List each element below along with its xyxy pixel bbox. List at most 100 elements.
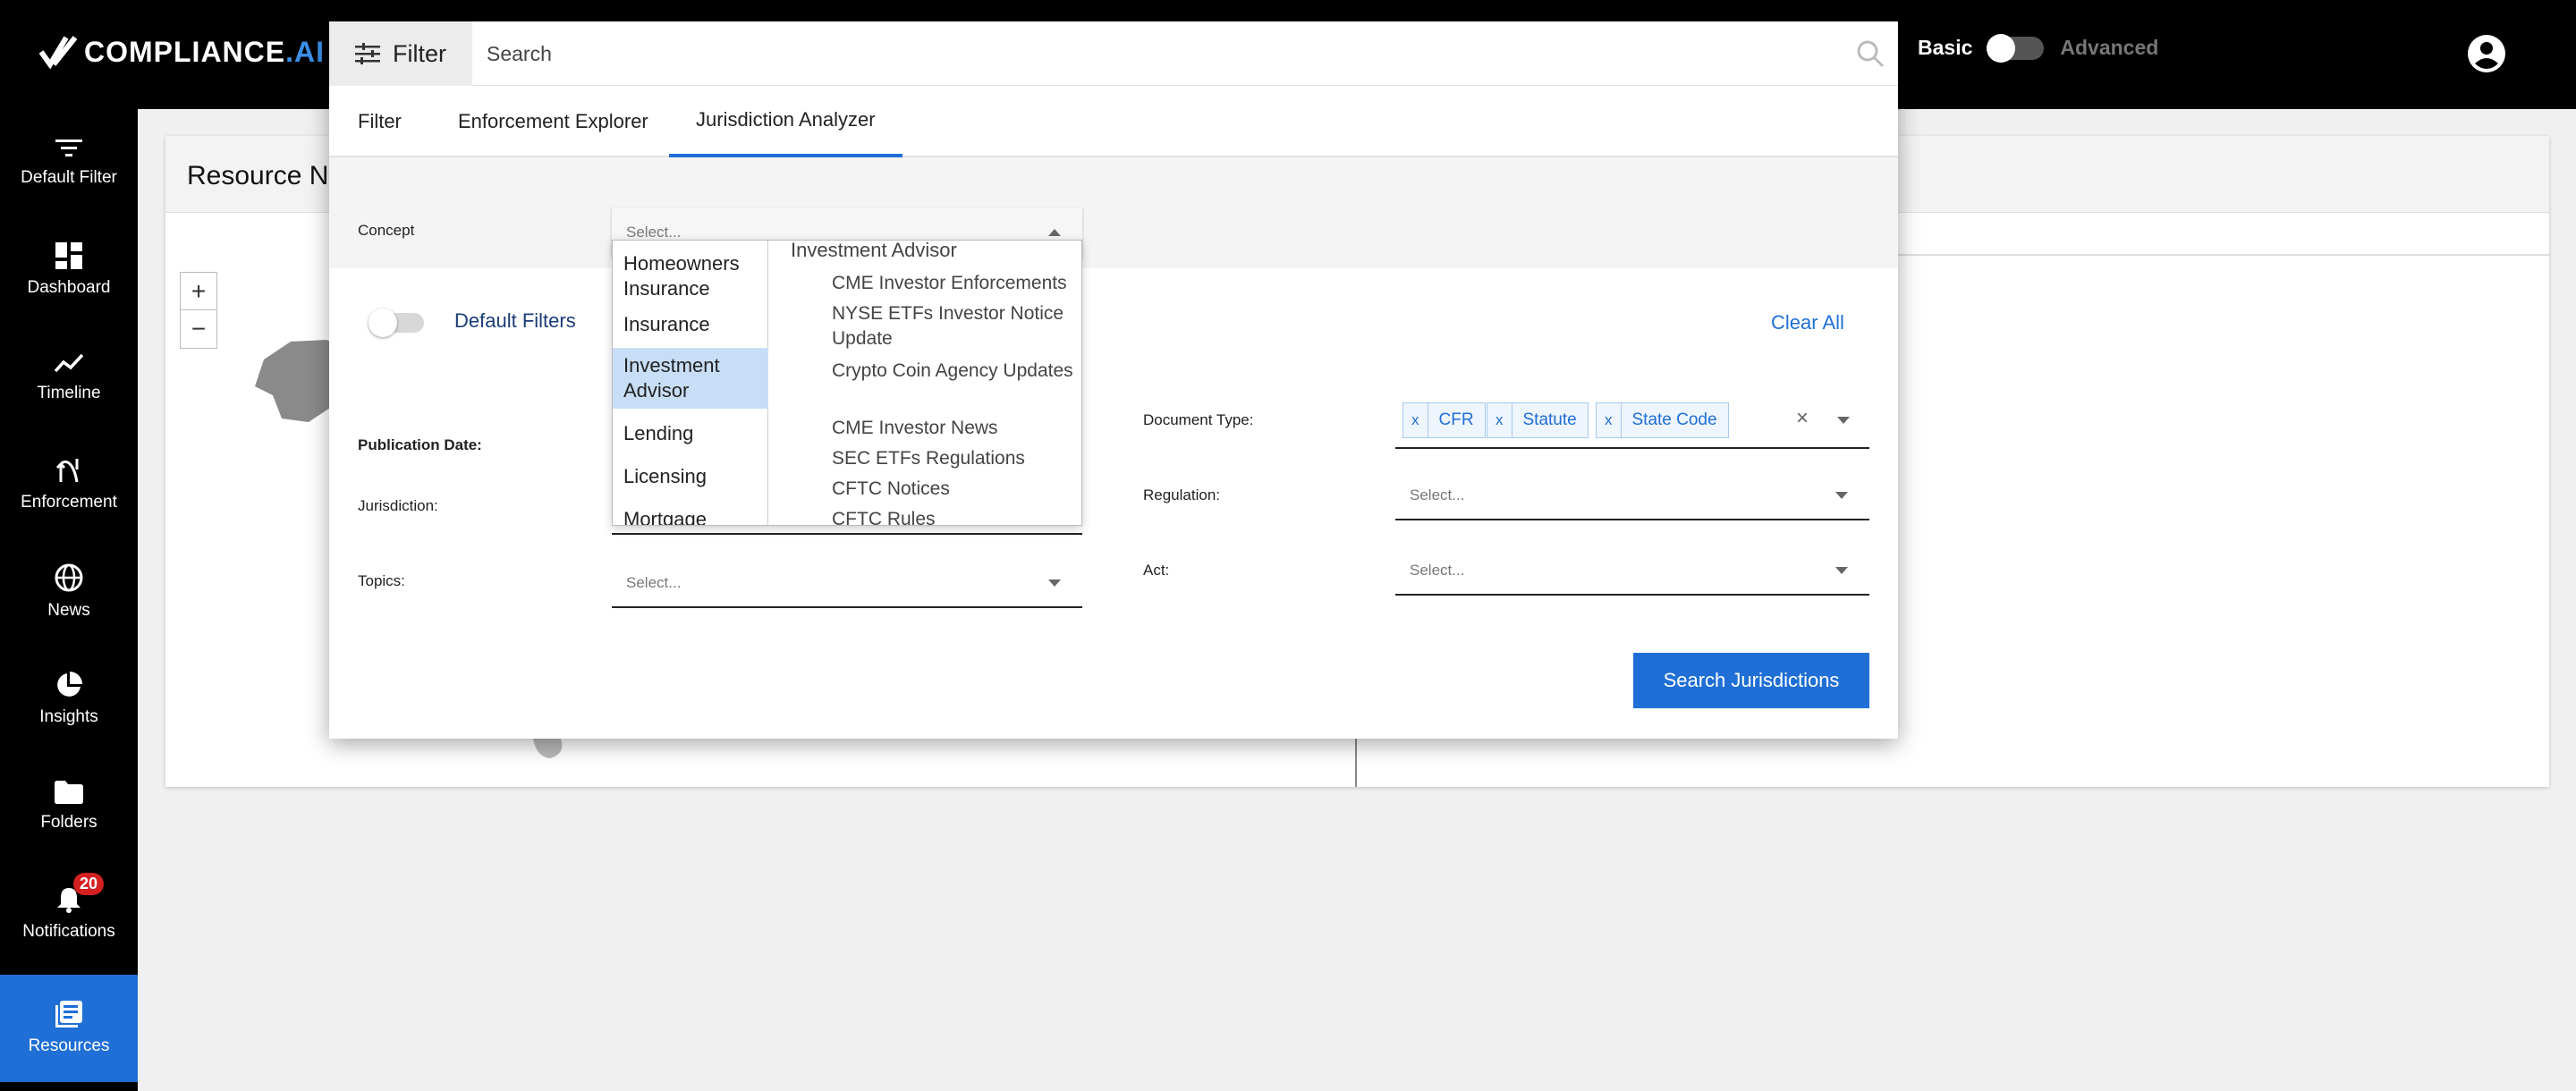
act-placeholder: Select... (1410, 562, 1465, 579)
zoom-out-button[interactable]: − (181, 310, 216, 348)
sidebar-item-label: News (47, 601, 90, 620)
topics-label: Topics: (358, 572, 405, 589)
resources-icon (55, 1001, 82, 1028)
tab-filter[interactable]: Filter (358, 86, 402, 157)
tab-bar: Filter Enforcement Explorer Jurisdiction… (329, 86, 1898, 157)
map-zoom-control: + − (180, 272, 217, 349)
caret-down-icon (1835, 567, 1848, 574)
concept-placeholder: Select... (626, 224, 682, 241)
category-item[interactable]: Homeowners Insurance (613, 249, 768, 303)
regulation-placeholder: Select... (1410, 486, 1465, 503)
sidebar-item-label: Notifications (22, 922, 115, 941)
category-item-selected[interactable]: Investment Advisor (613, 348, 768, 409)
regulation-label: Regulation: (1143, 486, 1221, 503)
dashboard-icon (55, 242, 82, 269)
concept-row: Concept Select... (329, 157, 1898, 268)
option-group-heading: Investment Advisor (791, 240, 957, 261)
globe-icon (55, 563, 83, 592)
chip-statute: x Statute (1487, 402, 1589, 438)
caret-down-icon (1835, 492, 1848, 499)
sidebar-item-label: Resources (28, 1036, 110, 1055)
sidebar-item-timeline[interactable]: Timeline (0, 324, 138, 431)
folder-icon (55, 781, 83, 804)
concept-option-list: Investment Advisor CME Investor Enforcem… (769, 240, 1081, 525)
category-item[interactable]: Insurance (613, 312, 768, 337)
sidebar-item-label: Default Filter (21, 168, 117, 187)
caret-down-icon[interactable] (1837, 417, 1850, 424)
sidebar-item-folders[interactable]: Folders (0, 753, 138, 860)
act-label: Act: (1143, 562, 1170, 579)
sidebar-item-insights[interactable]: Insights (0, 646, 138, 753)
clear-selection-icon[interactable]: × (1796, 406, 1809, 431)
sidebar-item-resources[interactable]: Resources (0, 975, 138, 1082)
chip-label: CFR (1438, 410, 1474, 429)
mode-toggle: Basic Advanced (1918, 33, 2158, 63)
sidebar-item-news[interactable]: News (0, 538, 138, 646)
sidebar-item-dashboard[interactable]: Dashboard (0, 216, 138, 324)
sidebar-item-default-filter[interactable]: Default Filter (0, 109, 138, 216)
enforcement-icon (55, 459, 79, 483)
topics-select[interactable]: Select... (612, 558, 1082, 608)
logo-text: COMPLIANCE (84, 35, 286, 68)
mode-switch-knob (1987, 33, 2016, 63)
chip-cfr: x CFR (1402, 402, 1486, 438)
concept-dropdown-menu: Homeowners Insurance Insurance Investmen… (612, 240, 1082, 526)
option-item[interactable]: SEC ETFs Regulations (832, 446, 1073, 471)
sidebar-item-label: Folders (40, 813, 97, 832)
search-row: Filter (329, 21, 1898, 86)
sidebar-item-label: Insights (39, 707, 98, 726)
zoom-in-button[interactable]: + (181, 273, 216, 310)
sidebar-item-enforcement[interactable]: Enforcement (0, 431, 138, 538)
mode-basic-label[interactable]: Basic (1918, 36, 1972, 60)
category-item[interactable]: Mortgage (613, 507, 768, 525)
option-item[interactable]: CFTC Rules (832, 507, 1073, 525)
option-item[interactable]: CFTC Notices (832, 477, 1073, 502)
topics-placeholder: Select... (626, 574, 682, 591)
chip-label: State Code (1631, 410, 1717, 429)
sliders-icon (355, 43, 380, 64)
option-item[interactable]: Crypto Coin Agency Updates (832, 359, 1073, 384)
clear-all-link[interactable]: Clear All (1771, 311, 1844, 334)
option-item[interactable]: CME Investor Enforcements (832, 271, 1073, 296)
logo[interactable]: COMPLIANCE .AI (39, 34, 325, 70)
mode-switch[interactable] (1987, 33, 2045, 63)
concept-label: Concept (358, 222, 415, 239)
search-jurisdictions-button[interactable]: Search Jurisdictions (1633, 653, 1869, 708)
option-item[interactable]: NYSE ETFs Investor Notice Update (832, 301, 1073, 351)
search-icon[interactable] (1856, 39, 1885, 68)
mode-advanced-label[interactable]: Advanced (2060, 36, 2158, 60)
logo-suffix: .AI (285, 35, 325, 68)
category-item[interactable]: Licensing (613, 464, 768, 489)
default-filters-label: Default Filters (454, 309, 576, 332)
chip-remove-button[interactable]: x (1597, 403, 1622, 437)
filter-button-label: Filter (393, 39, 446, 67)
publication-date-label: Publication Date: (358, 436, 482, 453)
chip-label: Statute (1522, 410, 1577, 429)
chip-state-code: x State Code (1596, 402, 1729, 438)
chip-remove-button[interactable]: x (1403, 403, 1428, 437)
toggle-knob (369, 309, 397, 337)
search-input[interactable] (487, 36, 1810, 72)
option-item[interactable]: CME Investor News (832, 416, 1073, 441)
tab-enforcement-explorer[interactable]: Enforcement Explorer (458, 86, 648, 157)
notification-badge: 20 (73, 873, 105, 895)
sidebar-item-label: Enforcement (21, 493, 117, 512)
filter-toggle-button[interactable]: Filter (329, 21, 472, 86)
filter-modal: Filter Filter Enforcement Explorer Juris… (329, 21, 1898, 739)
act-select[interactable]: Select... (1395, 546, 1869, 596)
regulation-select[interactable]: Select... (1395, 470, 1869, 520)
tab-jurisdiction-analyzer[interactable]: Jurisdiction Analyzer (669, 86, 902, 157)
default-filters-toggle[interactable] (369, 309, 424, 337)
user-account-icon[interactable] (2466, 33, 2507, 74)
logo-check-icon (39, 36, 78, 70)
document-type-multiselect[interactable]: x CFR x Statute x State Code × (1395, 401, 1869, 449)
chip-remove-button[interactable]: x (1487, 403, 1513, 437)
sidebar-item-label: Dashboard (27, 278, 111, 297)
category-item[interactable]: Lending (613, 421, 768, 446)
filter-lines-icon (55, 140, 82, 156)
jurisdiction-label: Jurisdiction: (358, 497, 438, 514)
document-type-label: Document Type: (1143, 411, 1254, 428)
sidebar: Default Filter Dashboard Timeline Enforc… (0, 109, 138, 1091)
concept-category-list: Homeowners Insurance Insurance Investmen… (613, 241, 768, 525)
sidebar-item-notifications[interactable]: 20 Notifications (0, 860, 138, 968)
